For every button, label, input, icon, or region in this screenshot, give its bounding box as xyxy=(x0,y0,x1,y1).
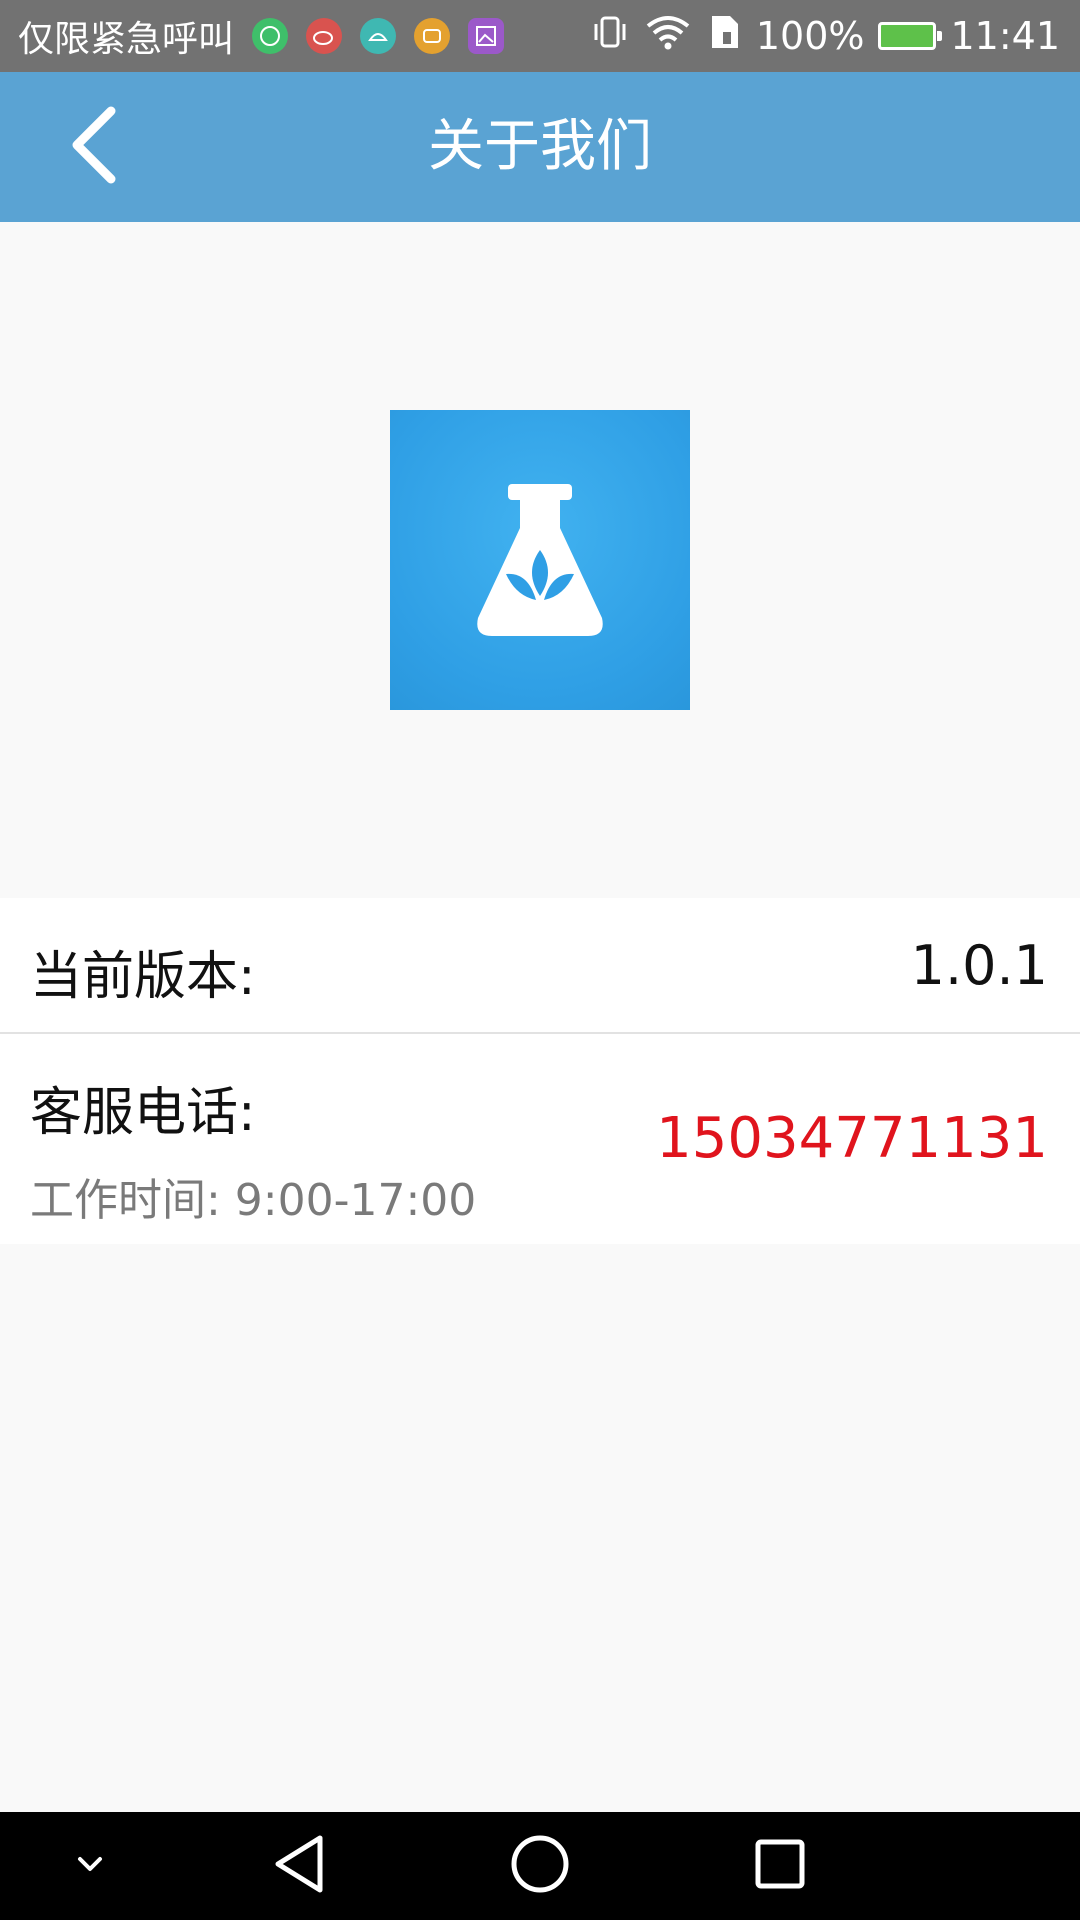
version-row: 当前版本: 1.0.1 xyxy=(0,898,1080,1034)
gallery-icon xyxy=(468,18,505,54)
back-button[interactable] xyxy=(50,102,140,192)
home-circle-icon xyxy=(508,1832,572,1900)
collapse-button[interactable] xyxy=(50,1812,130,1920)
cat-app-icon xyxy=(414,18,451,54)
flask-leaf-icon xyxy=(477,484,603,636)
nav-home-button[interactable] xyxy=(490,1812,590,1920)
nav-recents-button[interactable] xyxy=(730,1812,830,1920)
phone-label: 客服电话: xyxy=(30,1083,256,1143)
collapse-chevron-icon xyxy=(70,1849,110,1883)
info-list: 当前版本: 1.0.1 客服电话: 工作时间: 9:00-17:00 15034… xyxy=(0,898,1080,1244)
recents-square-icon xyxy=(750,1834,810,1898)
carrier-text: 仅限紧急呼叫 xyxy=(18,19,235,60)
status-right: 100% 11:41 xyxy=(590,0,1060,72)
weibo-icon xyxy=(306,18,343,54)
wechat-icon xyxy=(252,18,289,54)
sim-icon xyxy=(706,12,742,61)
nav-back-button[interactable] xyxy=(250,1812,350,1920)
battery-icon xyxy=(878,22,943,50)
battery-percent: 100% xyxy=(755,14,865,58)
page-title: 关于我们 xyxy=(428,114,652,179)
vibrate-icon xyxy=(590,12,630,61)
version-label: 当前版本: xyxy=(30,947,256,1007)
title-bar: 关于我们 xyxy=(0,72,1080,222)
back-chevron-icon xyxy=(65,103,125,191)
clock: 11:41 xyxy=(950,14,1060,58)
navigation-bar xyxy=(0,1812,1080,1920)
customer-service-row: 客服电话: 工作时间: 9:00-17:00 15034771131 xyxy=(0,1034,1080,1244)
version-value: 1.0.1 xyxy=(910,934,1048,997)
app-logo xyxy=(390,410,690,710)
android-icon xyxy=(360,18,397,54)
work-hours: 工作时间: 9:00-17:00 xyxy=(30,1175,477,1226)
back-triangle-icon xyxy=(270,1832,330,1900)
status-bar: 仅限紧急呼叫 100% 11:41 xyxy=(0,0,1080,72)
status-left: 仅限紧急呼叫 xyxy=(18,0,505,72)
phone-number-link[interactable]: 15034771131 xyxy=(656,1106,1048,1171)
wifi-icon xyxy=(644,12,692,61)
